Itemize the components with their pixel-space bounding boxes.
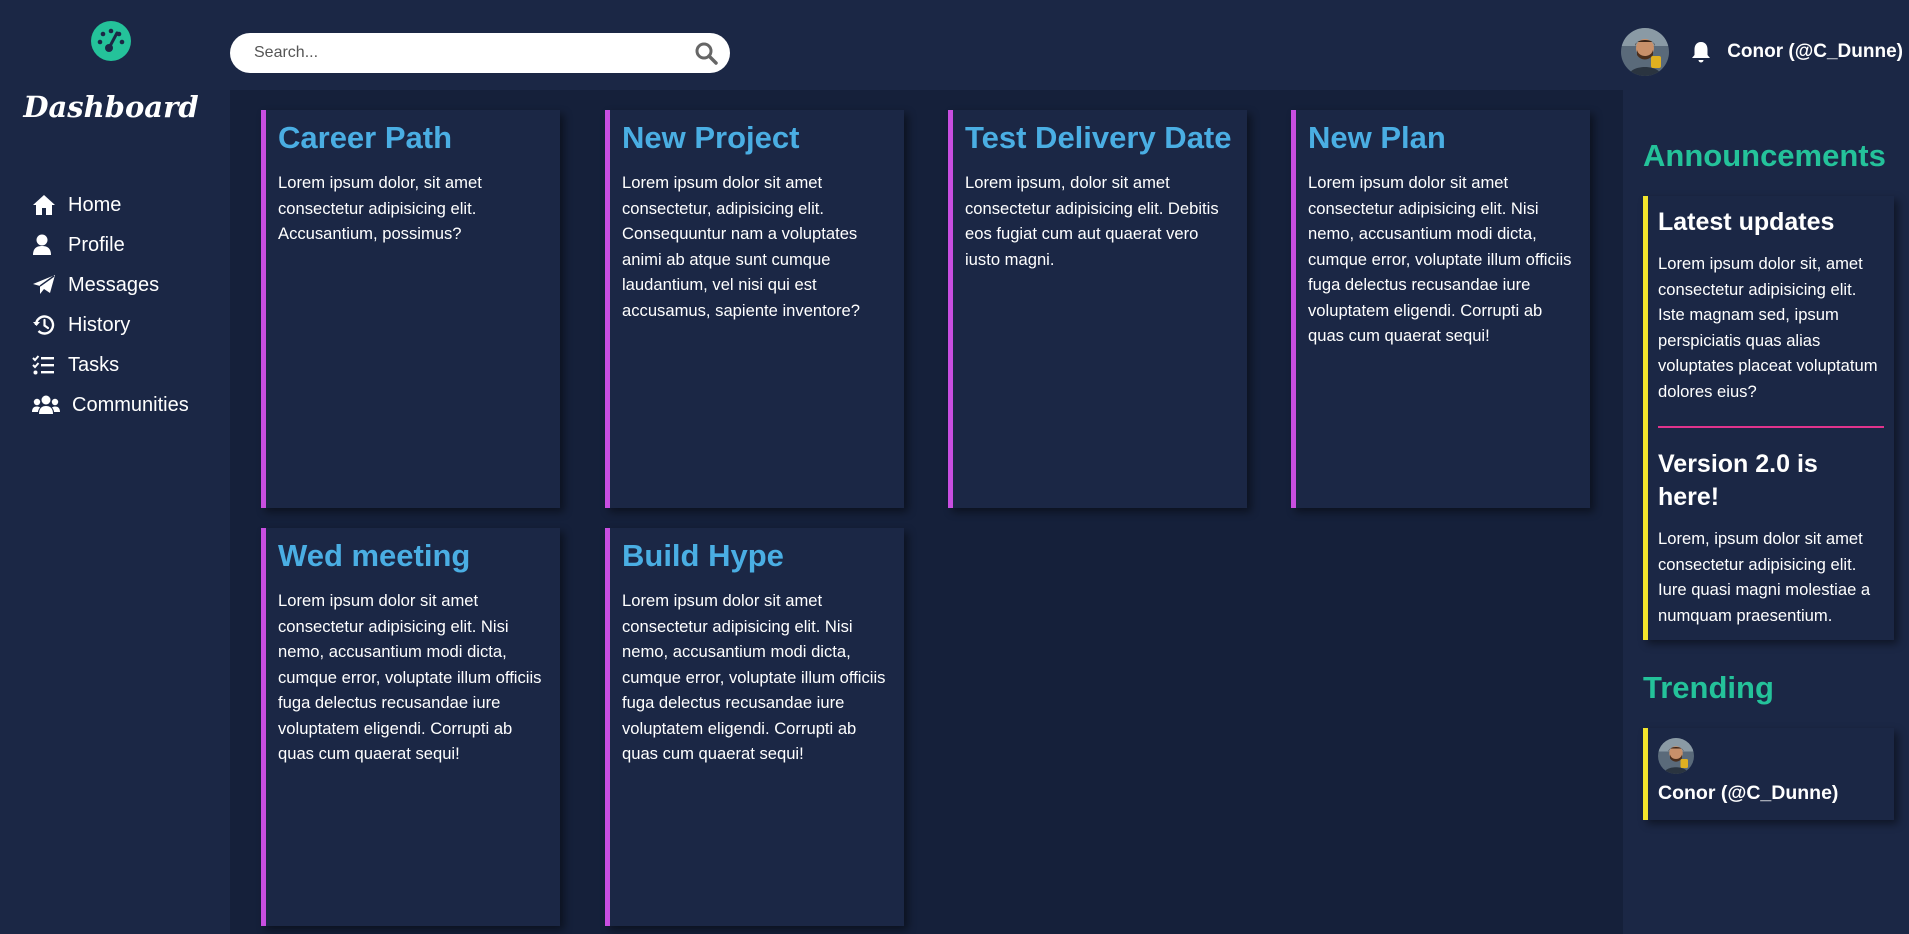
sidebar-item-messages[interactable]: Messages: [32, 265, 189, 305]
trending-card[interactable]: Conor (@C_Dunne): [1643, 728, 1894, 820]
sidebar-item-label: Messages: [68, 273, 160, 296]
sidebar-item-profile[interactable]: Profile: [32, 225, 189, 265]
sidebar-item-history[interactable]: History: [32, 305, 189, 345]
announcement-body: Lorem, ipsum dolor sit amet consectetur …: [1658, 529, 1871, 625]
trending-title: Trending: [1643, 670, 1774, 705]
card-title: Wed meeting: [278, 538, 471, 573]
card-title: New Project: [622, 120, 800, 155]
search-icon[interactable]: [694, 41, 718, 65]
avatar[interactable]: [1621, 28, 1670, 76]
user-icon: [32, 233, 62, 257]
announcements-card: Latest updates Lorem ipsum dolor sit, am…: [1643, 196, 1894, 640]
card-test-delivery-date[interactable]: Test Delivery Date Lorem ipsum, dolor si…: [948, 110, 1247, 508]
sidebar-item-tasks[interactable]: Tasks: [32, 345, 189, 385]
history-icon: [32, 313, 62, 337]
sidebar: Dashboard Home Profile Messages History: [0, 0, 230, 934]
card-body: Lorem ipsum dolor, sit amet consectetur …: [278, 173, 482, 243]
sidebar-nav: Home Profile Messages History Tasks Comm…: [32, 185, 189, 425]
card-career-path[interactable]: Career Path Lorem ipsum dolor, sit amet …: [261, 110, 560, 508]
search-input[interactable]: [252, 43, 694, 63]
sidebar-item-communities[interactable]: Communities: [32, 385, 189, 425]
sidebar-item-label: Communities: [72, 393, 189, 416]
card-build-hype[interactable]: Build Hype Lorem ipsum dolor sit amet co…: [605, 528, 904, 926]
dashboard-gauge-icon[interactable]: [90, 20, 132, 62]
brand-title: Dashboard: [23, 90, 199, 124]
card-title: Test Delivery Date: [965, 120, 1232, 155]
sidebar-item-label: Profile: [68, 233, 125, 256]
sidebar-item-label: Home: [68, 193, 122, 216]
avatar[interactable]: [1658, 738, 1694, 774]
paper-plane-icon: [32, 273, 62, 297]
card-body: Lorem ipsum, dolor sit amet consectetur …: [965, 173, 1219, 269]
user-area: Conor (@C_Dunne): [1621, 28, 1903, 76]
card-new-project[interactable]: New Project Lorem ipsum dolor sit amet c…: [605, 110, 904, 508]
announcement-body: Lorem ipsum dolor sit, amet consectetur …: [1658, 254, 1878, 401]
announcement-title: Latest updates: [1658, 208, 1835, 236]
card-title: New Plan: [1308, 120, 1446, 155]
sidebar-item-label: History: [68, 313, 131, 336]
bell-icon[interactable]: [1689, 40, 1713, 64]
right-panel: Announcements Latest updates Lorem ipsum…: [1623, 90, 1909, 934]
card-body: Lorem ipsum dolor sit amet consectetur, …: [622, 173, 860, 320]
announcements-title: Announcements: [1643, 138, 1886, 173]
users-icon: [32, 393, 66, 417]
sidebar-item-label: Tasks: [68, 353, 120, 376]
divider: [1658, 426, 1884, 428]
home-icon: [32, 193, 62, 217]
search-bar: [230, 33, 730, 73]
card-body: Lorem ipsum dolor sit amet consectetur a…: [1308, 173, 1572, 345]
main-content: Career Path Lorem ipsum dolor, sit amet …: [230, 90, 1623, 934]
user-name[interactable]: Conor (@C_Dunne): [1727, 41, 1903, 63]
trending-user-name[interactable]: Conor (@C_Dunne): [1658, 782, 1884, 805]
card-title: Build Hype: [622, 538, 784, 573]
tasks-icon: [32, 353, 62, 377]
card-title: Career Path: [278, 120, 453, 155]
card-wed-meeting[interactable]: Wed meeting Lorem ipsum dolor sit amet c…: [261, 528, 560, 926]
sidebar-item-home[interactable]: Home: [32, 185, 189, 225]
announcement-title: Version 2.0 is here!: [1658, 450, 1818, 511]
card-new-plan[interactable]: New Plan Lorem ipsum dolor sit amet cons…: [1291, 110, 1590, 508]
card-body: Lorem ipsum dolor sit amet consectetur a…: [622, 591, 886, 763]
card-body: Lorem ipsum dolor sit amet consectetur a…: [278, 591, 542, 763]
